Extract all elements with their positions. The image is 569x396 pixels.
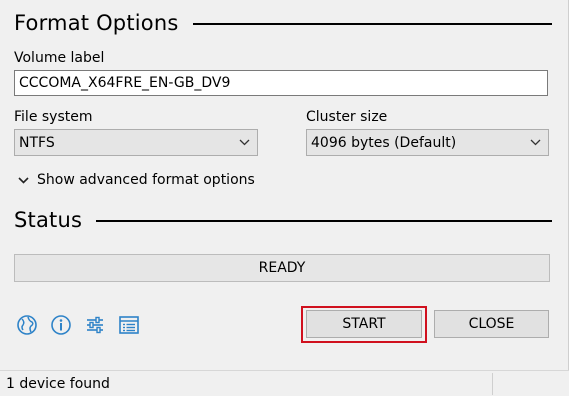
status-text: READY [258,260,306,276]
device-count-text: 1 device found [6,376,110,392]
globe-icon [17,315,37,335]
file-system-select[interactable]: NTFS [14,129,258,156]
settings-sliders-icon [87,316,103,334]
info-icon [51,315,71,335]
status-divider [96,220,552,222]
language-button[interactable] [14,312,40,338]
chevron-down-icon [16,173,30,187]
chevron-down-icon [528,136,542,150]
format-options-title: Format Options [14,11,179,35]
status-bar-separator [492,373,493,395]
cluster-size-value: 4096 bytes (Default) [311,134,457,151]
status-title: Status [14,208,83,232]
log-icon [119,316,139,334]
status-progress-bar: READY [14,254,550,282]
cluster-size-caption: Cluster size [306,109,388,125]
log-button[interactable] [116,312,142,338]
cluster-size-select[interactable]: 4096 bytes (Default) [306,129,549,156]
start-button[interactable]: START [306,310,422,338]
status-header: Status [14,203,552,237]
settings-button[interactable] [82,312,108,338]
volume-label-input[interactable] [14,70,548,96]
advanced-format-options-toggle[interactable]: Show advanced format options [16,169,255,191]
chevron-down-icon [237,136,251,150]
file-system-caption: File system [14,109,93,125]
format-options-divider [192,23,552,25]
status-bar: 1 device found [0,370,569,396]
file-system-value: NTFS [19,134,55,151]
volume-label-caption: Volume label [14,50,105,66]
close-button[interactable]: CLOSE [434,310,549,338]
advanced-format-options-label: Show advanced format options [37,172,255,188]
format-options-header: Format Options [14,6,552,40]
about-button[interactable] [48,312,74,338]
